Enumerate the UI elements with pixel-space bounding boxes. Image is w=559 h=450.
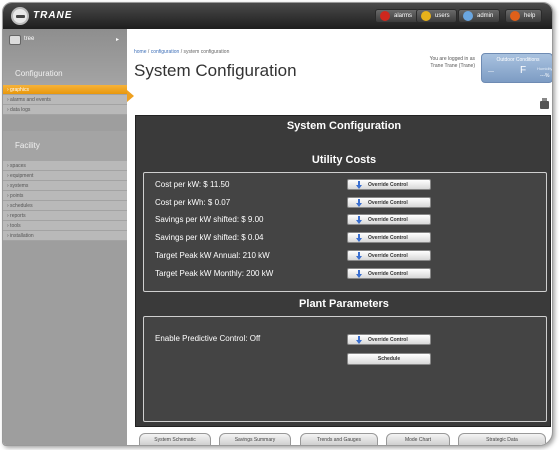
sidebar-item-reports[interactable]: › reports bbox=[3, 211, 127, 221]
top-bar: TRANE alarms users admin help bbox=[3, 3, 552, 29]
arrow-down-icon bbox=[356, 234, 362, 242]
utility-costs-title: Utility Costs bbox=[311, 154, 377, 166]
breadcrumb: home / configuration / system configurat… bbox=[134, 49, 229, 55]
user-icon bbox=[421, 11, 431, 21]
alarm-icon bbox=[380, 11, 390, 21]
tab-trends-and-gauges[interactable]: Trends and Gauges bbox=[300, 433, 378, 445]
logo-icon bbox=[11, 7, 29, 25]
override-control-button[interactable]: Override Control bbox=[347, 334, 431, 345]
brand-name: TRANE bbox=[33, 10, 73, 21]
override-label: Override Control bbox=[368, 271, 408, 277]
sidebar-item-spaces[interactable]: › spaces bbox=[3, 161, 127, 171]
sidebar-header: tree ▸ Configuration bbox=[3, 29, 127, 85]
sidebar-item-graphics[interactable]: › graphics bbox=[3, 85, 127, 95]
arrow-down-icon bbox=[356, 199, 362, 207]
utility-costs-box: Cost per kW: $ 11.50 Override Control Co… bbox=[143, 172, 547, 292]
sidebar-item-schedules[interactable]: › schedules bbox=[3, 201, 127, 211]
schedule-button[interactable]: Schedule bbox=[347, 353, 431, 365]
target-peak-kw-monthly: Target Peak kW Monthly: 200 kW bbox=[155, 269, 274, 278]
override-control-button[interactable]: Override Control bbox=[347, 268, 431, 279]
sidebar-item-alarms-and-events[interactable]: › alarms and events bbox=[3, 95, 127, 105]
arrow-down-icon bbox=[356, 181, 362, 189]
enable-predictive-control: Enable Predictive Control: Off bbox=[155, 334, 261, 343]
facility-section: Facility bbox=[3, 131, 127, 161]
sidebar-item-systems[interactable]: › systems bbox=[3, 181, 127, 191]
sidebar-item-installation[interactable]: › installation bbox=[3, 231, 127, 241]
arrow-down-icon bbox=[356, 252, 362, 260]
chevron-right-icon: ▸ bbox=[115, 37, 119, 43]
configuration-heading: Configuration bbox=[15, 69, 63, 78]
outdoor-unit: F bbox=[520, 65, 527, 76]
print-icon[interactable] bbox=[540, 98, 549, 109]
login-line: You are logged in as bbox=[429, 56, 475, 62]
alarms-button[interactable]: alarms bbox=[375, 9, 420, 23]
tab-system-schematic[interactable]: System Schematic bbox=[139, 433, 211, 445]
override-label: Override Control bbox=[368, 182, 408, 188]
override-label: Override Control bbox=[368, 200, 408, 206]
sidebar: tree ▸ Configuration › graphics › alarms… bbox=[3, 29, 127, 445]
override-control-button[interactable]: Override Control bbox=[347, 179, 431, 190]
breadcrumb-configuration[interactable]: configuration bbox=[151, 49, 180, 55]
target-peak-kw-annual: Target Peak kW Annual: 210 kW bbox=[155, 251, 270, 260]
breadcrumb-home[interactable]: home bbox=[134, 49, 147, 55]
panel-title: System Configuration bbox=[286, 120, 402, 132]
tab-strategic-data[interactable]: Strategic Data bbox=[458, 433, 546, 445]
arrow-down-icon bbox=[356, 216, 362, 224]
savings-per-kw-shifted: Savings per kW shifted: $ 9.00 bbox=[155, 215, 264, 224]
tree-label: tree bbox=[24, 36, 35, 42]
override-label: Override Control bbox=[368, 337, 408, 343]
override-control-button[interactable]: Override Control bbox=[347, 250, 431, 261]
admin-label: admin bbox=[477, 13, 494, 19]
login-info: You are logged in as Trane Trane (Trane) bbox=[405, 56, 475, 70]
tab-mode-chart[interactable]: Mode Chart bbox=[386, 433, 450, 445]
users-button[interactable]: users bbox=[416, 9, 457, 23]
savings-per-kw-shifted-2: Savings per kW shifted: $ 0.04 bbox=[155, 233, 264, 242]
tree-toggle[interactable]: tree ▸ bbox=[9, 35, 121, 47]
outdoor-title: Outdoor Conditions bbox=[496, 57, 540, 63]
humidity-value: ---% bbox=[540, 73, 550, 79]
override-control-button[interactable]: Override Control bbox=[347, 197, 431, 208]
facility-heading: Facility bbox=[15, 141, 40, 150]
override-label: Override Control bbox=[368, 253, 408, 259]
tab-savings-summary[interactable]: Savings Summary bbox=[219, 433, 291, 445]
cost-per-kw: Cost per kW: $ 11.50 bbox=[155, 180, 230, 189]
system-configuration-panel: System Configuration Utility Costs Cost … bbox=[135, 115, 551, 427]
outdoor-conditions-widget: Outdoor Conditions --- F Humidity ---% bbox=[481, 53, 553, 83]
trane-logo: TRANE bbox=[11, 7, 81, 25]
plant-parameters-title: Plant Parameters bbox=[299, 298, 389, 310]
arrow-down-icon bbox=[356, 336, 362, 344]
sidebar-item-tools[interactable]: › tools bbox=[3, 221, 127, 231]
help-label: help bbox=[524, 13, 536, 19]
arrow-down-icon bbox=[356, 270, 362, 278]
override-control-button[interactable]: Override Control bbox=[347, 232, 431, 243]
admin-button[interactable]: admin bbox=[458, 9, 501, 23]
active-item-pointer bbox=[127, 90, 134, 102]
override-label: Override Control bbox=[368, 235, 408, 241]
alarms-label: alarms bbox=[394, 13, 413, 19]
app-window: TRANE alarms users admin help tree ▸ Con… bbox=[2, 2, 553, 446]
cost-per-kwh: Cost per kWh: $ 0.07 bbox=[155, 198, 231, 207]
page-title: System Configuration bbox=[134, 61, 297, 80]
tree-icon bbox=[9, 35, 21, 45]
override-control-button[interactable]: Override Control bbox=[347, 214, 431, 225]
help-icon bbox=[510, 11, 520, 21]
sidebar-item-data-logs[interactable]: › data logs bbox=[3, 105, 127, 115]
users-label: users bbox=[435, 13, 450, 19]
outdoor-temperature: --- bbox=[488, 69, 494, 75]
override-label: Override Control bbox=[368, 217, 408, 223]
admin-icon bbox=[463, 11, 473, 21]
sidebar-item-equipment[interactable]: › equipment bbox=[3, 171, 127, 181]
plant-parameters-box: Enable Predictive Control: Off Override … bbox=[143, 316, 547, 422]
humidity-label: Humidity bbox=[537, 66, 553, 71]
breadcrumb-current: system configuration bbox=[183, 49, 230, 55]
sidebar-item-points[interactable]: › points bbox=[3, 191, 127, 201]
help-button[interactable]: help bbox=[505, 9, 543, 23]
login-user: Trane Trane (Trane) bbox=[430, 63, 475, 69]
